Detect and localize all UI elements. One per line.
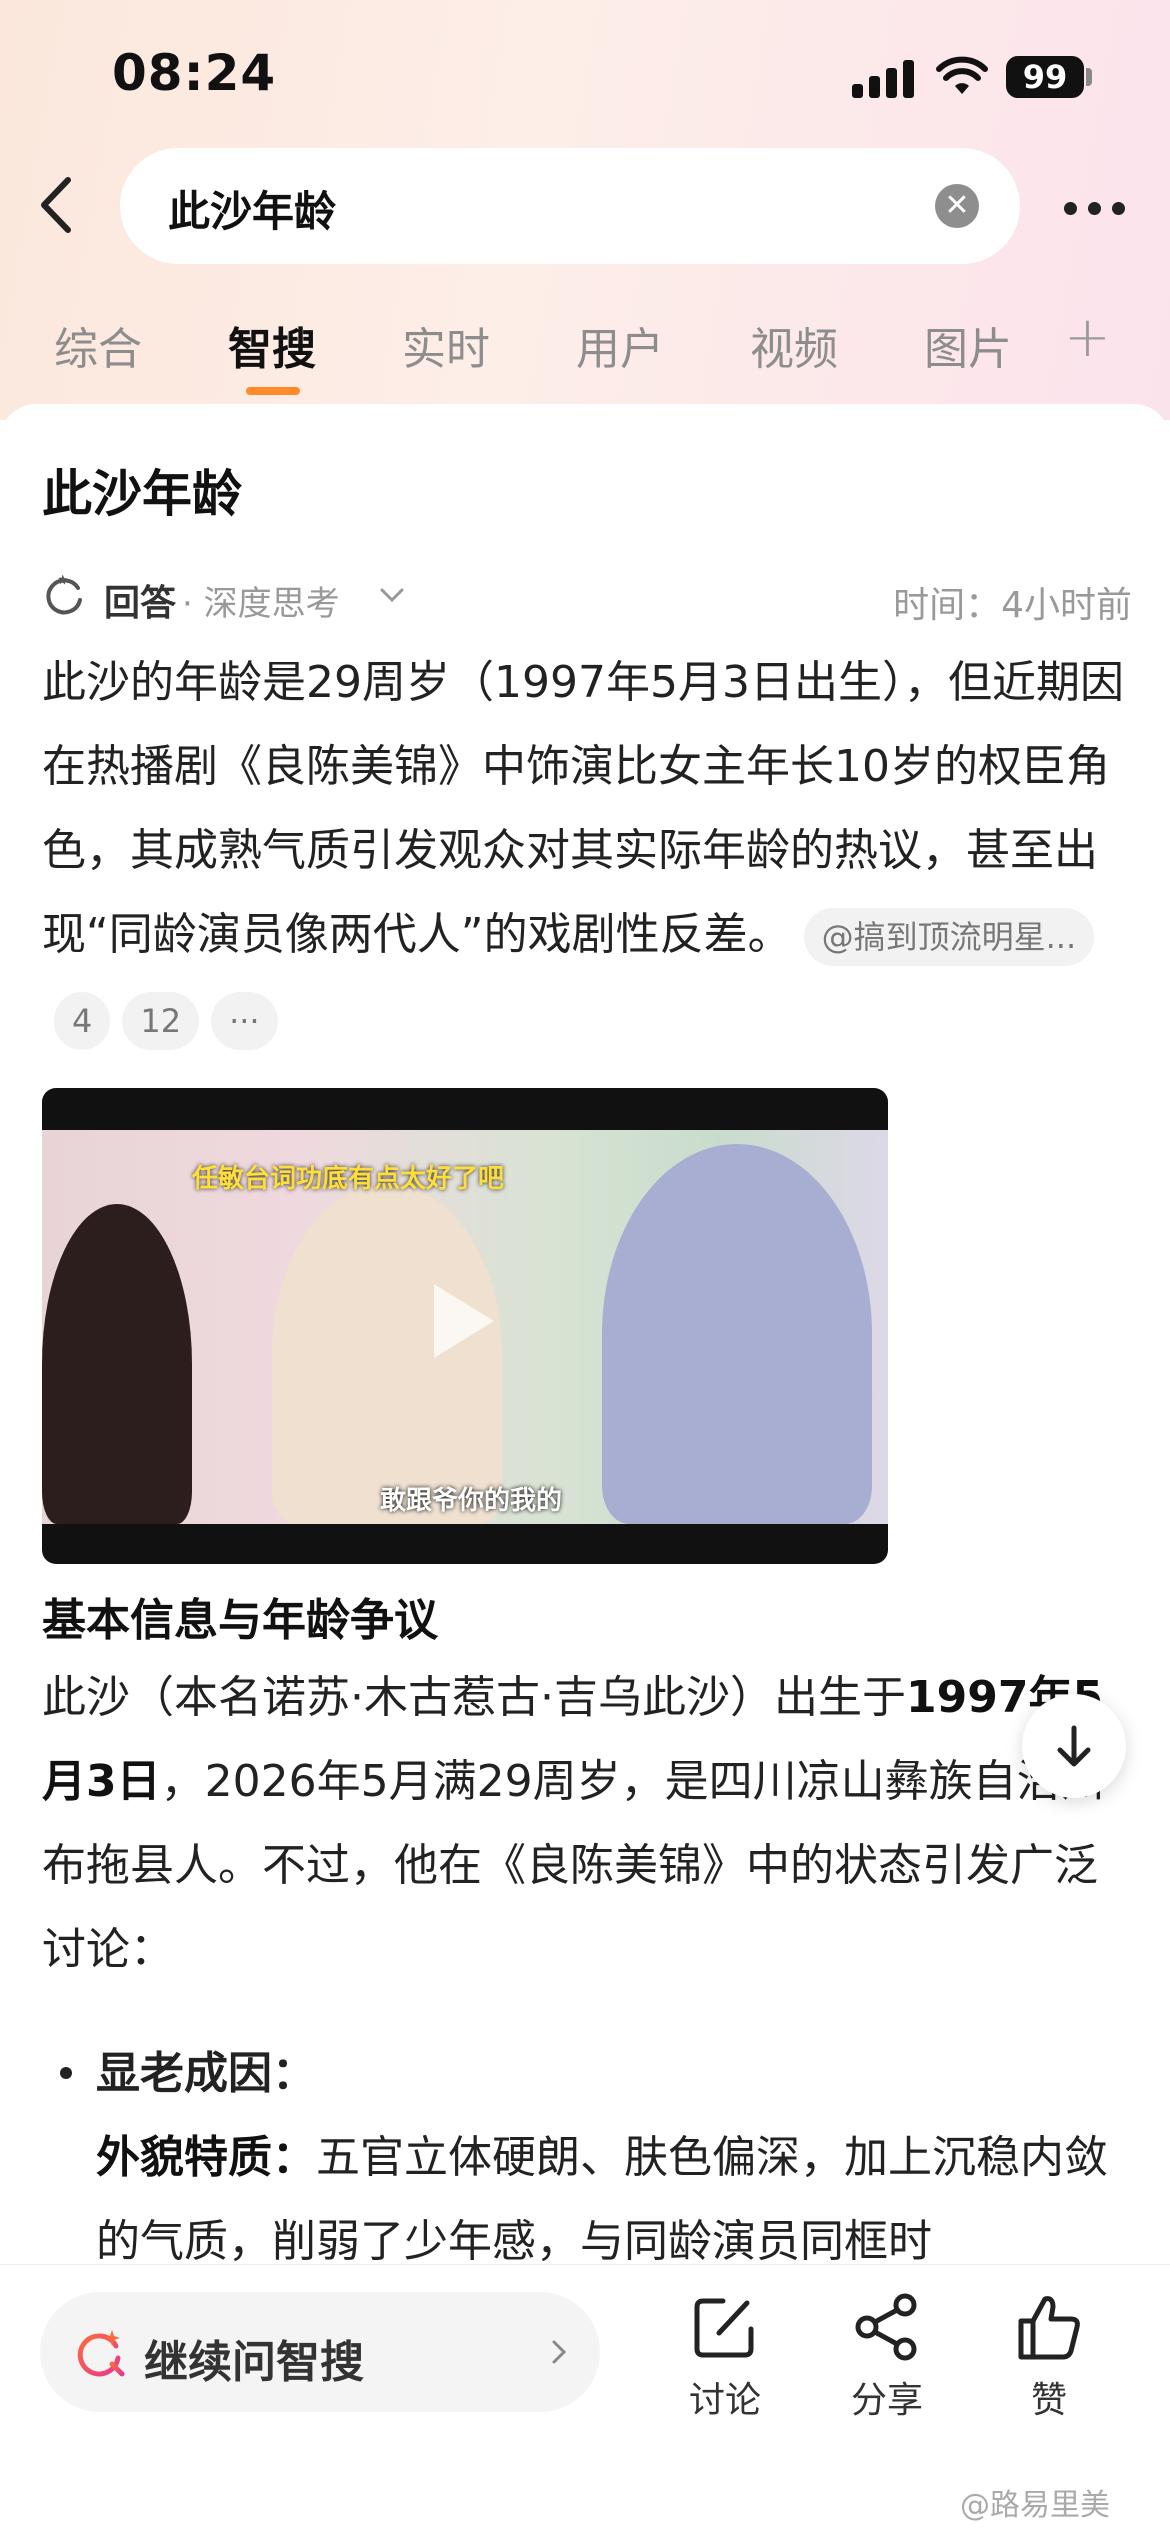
search-tabs: 综合 智搜 实时 用户 视频 图片 + [0, 305, 1170, 395]
like-label: 赞 [1030, 2380, 1067, 2421]
chevron-right-icon [552, 2340, 567, 2364]
like-button[interactable]: 赞 [994, 2291, 1104, 2423]
source-count-chip-2[interactable]: 12 [122, 992, 200, 1050]
chevron-down-icon[interactable] [377, 580, 407, 610]
thumbs-up-icon [1018, 2296, 1080, 2360]
search-input[interactable]: 此沙年龄 ✕ [120, 148, 1020, 264]
tab-shipin[interactable]: 视频 [750, 313, 838, 377]
para2-text-b: ，2026年5月满29周岁，是四川凉山彝族自治州布拖县人。不过，他在《良陈美锦》… [42, 1756, 1105, 1975]
edit-icon [694, 2298, 754, 2358]
source-count-chip[interactable]: 4 [54, 992, 111, 1050]
clear-search-button[interactable]: ✕ [935, 184, 979, 228]
section-heading: 基本信息与年龄争议 [42, 1595, 438, 1646]
bullet-dot [60, 2067, 72, 2079]
answer-time: 时间：4小时前 [893, 576, 1132, 628]
arrow-down-icon [1057, 1725, 1091, 1767]
search-query-text: 此沙年龄 [168, 187, 337, 236]
para2-text-a: 此沙（本名诺苏·木古惹古·吉乌此沙）出生于 [42, 1672, 906, 1723]
deep-think-label[interactable]: · 深度思考 [182, 576, 340, 625]
back-arrow-icon[interactable] [28, 170, 88, 240]
tab-tupian[interactable]: 图片 [924, 313, 1012, 377]
answer-label: 回答 [104, 583, 177, 624]
video-caption-bottom: 敢跟爷你的我的 [380, 1486, 563, 1516]
status-time: 08:24 [112, 44, 277, 102]
basic-info-paragraph: 此沙（本名诺苏·木古惹古·吉乌此沙）出生于1997年5月3日，2026年5月满2… [42, 1656, 1132, 1992]
ai-search-icon [77, 2330, 125, 2377]
bullet-title: 显老成因： [96, 2048, 316, 2099]
follow-up-label: 继续问智搜 [144, 2337, 364, 2388]
active-tab-indicator [246, 387, 300, 395]
tab-zhisou[interactable]: 智搜 [228, 313, 316, 377]
more-options-button[interactable] [1060, 178, 1130, 238]
sub-label: 外貌特质： [96, 2132, 316, 2183]
watermark: @路易里美 [960, 2488, 1110, 2523]
discuss-button[interactable]: 讨论 [670, 2291, 780, 2423]
tab-yonghu[interactable]: 用户 [576, 313, 664, 377]
page-title: 此沙年龄 [42, 465, 242, 523]
video-caption-top: 任敏台词功底有点太好了吧 [192, 1164, 505, 1194]
more-sources-chip[interactable]: ··· [211, 992, 278, 1050]
cellular-signal-icon [852, 60, 914, 98]
share-label: 分享 [850, 2380, 923, 2421]
tab-shishi[interactable]: 实时 [402, 313, 490, 377]
battery-tip [1086, 68, 1092, 86]
answer-card: 此沙年龄 回答 · 深度思考 时间：4小时前 此沙的年龄是29周岁（1997年5… [0, 404, 1170, 2267]
person-silhouette [602, 1144, 872, 1524]
status-bar: 08:24 99 [0, 0, 1170, 140]
wifi-icon [936, 56, 988, 94]
share-button[interactable]: 分享 [832, 2291, 942, 2423]
source-chip[interactable]: @搞到顶流明星... [803, 908, 1095, 966]
scroll-down-button[interactable] [1022, 1694, 1126, 1798]
discuss-label: 讨论 [688, 2380, 761, 2421]
time-label: 时间： [893, 585, 1002, 626]
battery-icon: 99 [1006, 56, 1084, 98]
answer-meta-row: 回答 · 深度思考 时间：4小时前 [42, 566, 1132, 626]
bullet-body: 外貌特质：五官立体硬朗、肤色偏深，加上沉稳内敛的气质，削弱了少年感，与同龄演员同… [96, 2116, 1126, 2284]
ai-answer-icon [46, 574, 82, 615]
answer-intro: 此沙的年龄是29周岁（1997年5月3日出生），但近期因在热播剧《良陈美锦》中饰… [42, 641, 1132, 1061]
add-tab-plus-icon[interactable]: + [1064, 305, 1111, 370]
video-thumbnail[interactable]: 任敏台词功底有点太好了吧 敢跟爷你的我的 [42, 1088, 888, 1564]
share-icon [855, 2293, 917, 2361]
tab-zonghe[interactable]: 综合 [54, 313, 142, 377]
follow-up-ask-button[interactable]: 继续问智搜 [40, 2292, 600, 2412]
person-silhouette [42, 1204, 192, 1524]
time-value: 4小时前 [1001, 585, 1132, 626]
play-icon[interactable] [422, 1276, 502, 1366]
